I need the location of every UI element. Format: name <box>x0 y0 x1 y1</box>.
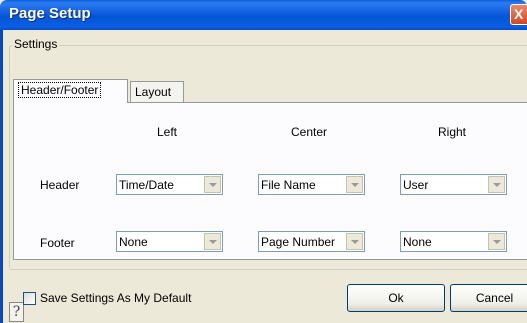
chevron-down-icon[interactable] <box>488 233 505 250</box>
window-title: Page Setup <box>9 5 91 22</box>
row-label-header: Header <box>40 178 80 192</box>
column-header-center: Center <box>291 125 328 139</box>
header-left-select[interactable]: Time/Date <box>116 174 223 195</box>
settings-group-label: Settings <box>12 37 60 51</box>
footer-left-select[interactable]: None <box>116 231 223 252</box>
header-left-value: Time/Date <box>119 178 174 192</box>
footer-left-value: None <box>119 235 148 249</box>
column-header-right: Right <box>438 125 467 139</box>
footer-center-value: Page Number <box>261 235 336 249</box>
footer-right-value: None <box>403 235 432 249</box>
tab-layout[interactable]: Layout <box>130 81 184 103</box>
title-bar[interactable]: Page Setup X <box>0 0 527 30</box>
chevron-down-icon[interactable] <box>488 176 505 193</box>
close-button[interactable]: X <box>510 4 527 25</box>
tab-header-footer[interactable]: Header/Footer <box>13 79 128 103</box>
help-button[interactable]: ? <box>9 302 24 322</box>
ok-button[interactable]: Ok <box>347 284 445 312</box>
footer-right-select[interactable]: None <box>400 231 507 252</box>
row-label-footer: Footer <box>40 236 75 250</box>
tab-header-footer-label: Header/Footer <box>18 82 102 98</box>
header-right-value: User <box>403 178 429 192</box>
column-header-left: Left <box>157 125 178 139</box>
window-frame <box>0 30 3 323</box>
header-center-select[interactable]: File Name <box>258 174 365 195</box>
footer-center-select[interactable]: Page Number <box>258 231 365 252</box>
header-center-value: File Name <box>261 178 316 192</box>
tab-layout-label: Layout <box>135 85 172 99</box>
save-default-checkbox[interactable] <box>23 292 36 305</box>
chevron-down-icon[interactable] <box>346 233 363 250</box>
chevron-down-icon[interactable] <box>346 176 363 193</box>
cancel-button[interactable]: Cancel <box>450 284 527 312</box>
chevron-down-icon[interactable] <box>204 233 221 250</box>
header-right-select[interactable]: User <box>400 174 507 195</box>
chevron-down-icon[interactable] <box>204 176 221 193</box>
save-default-label[interactable]: Save Settings As My Default <box>40 291 191 305</box>
